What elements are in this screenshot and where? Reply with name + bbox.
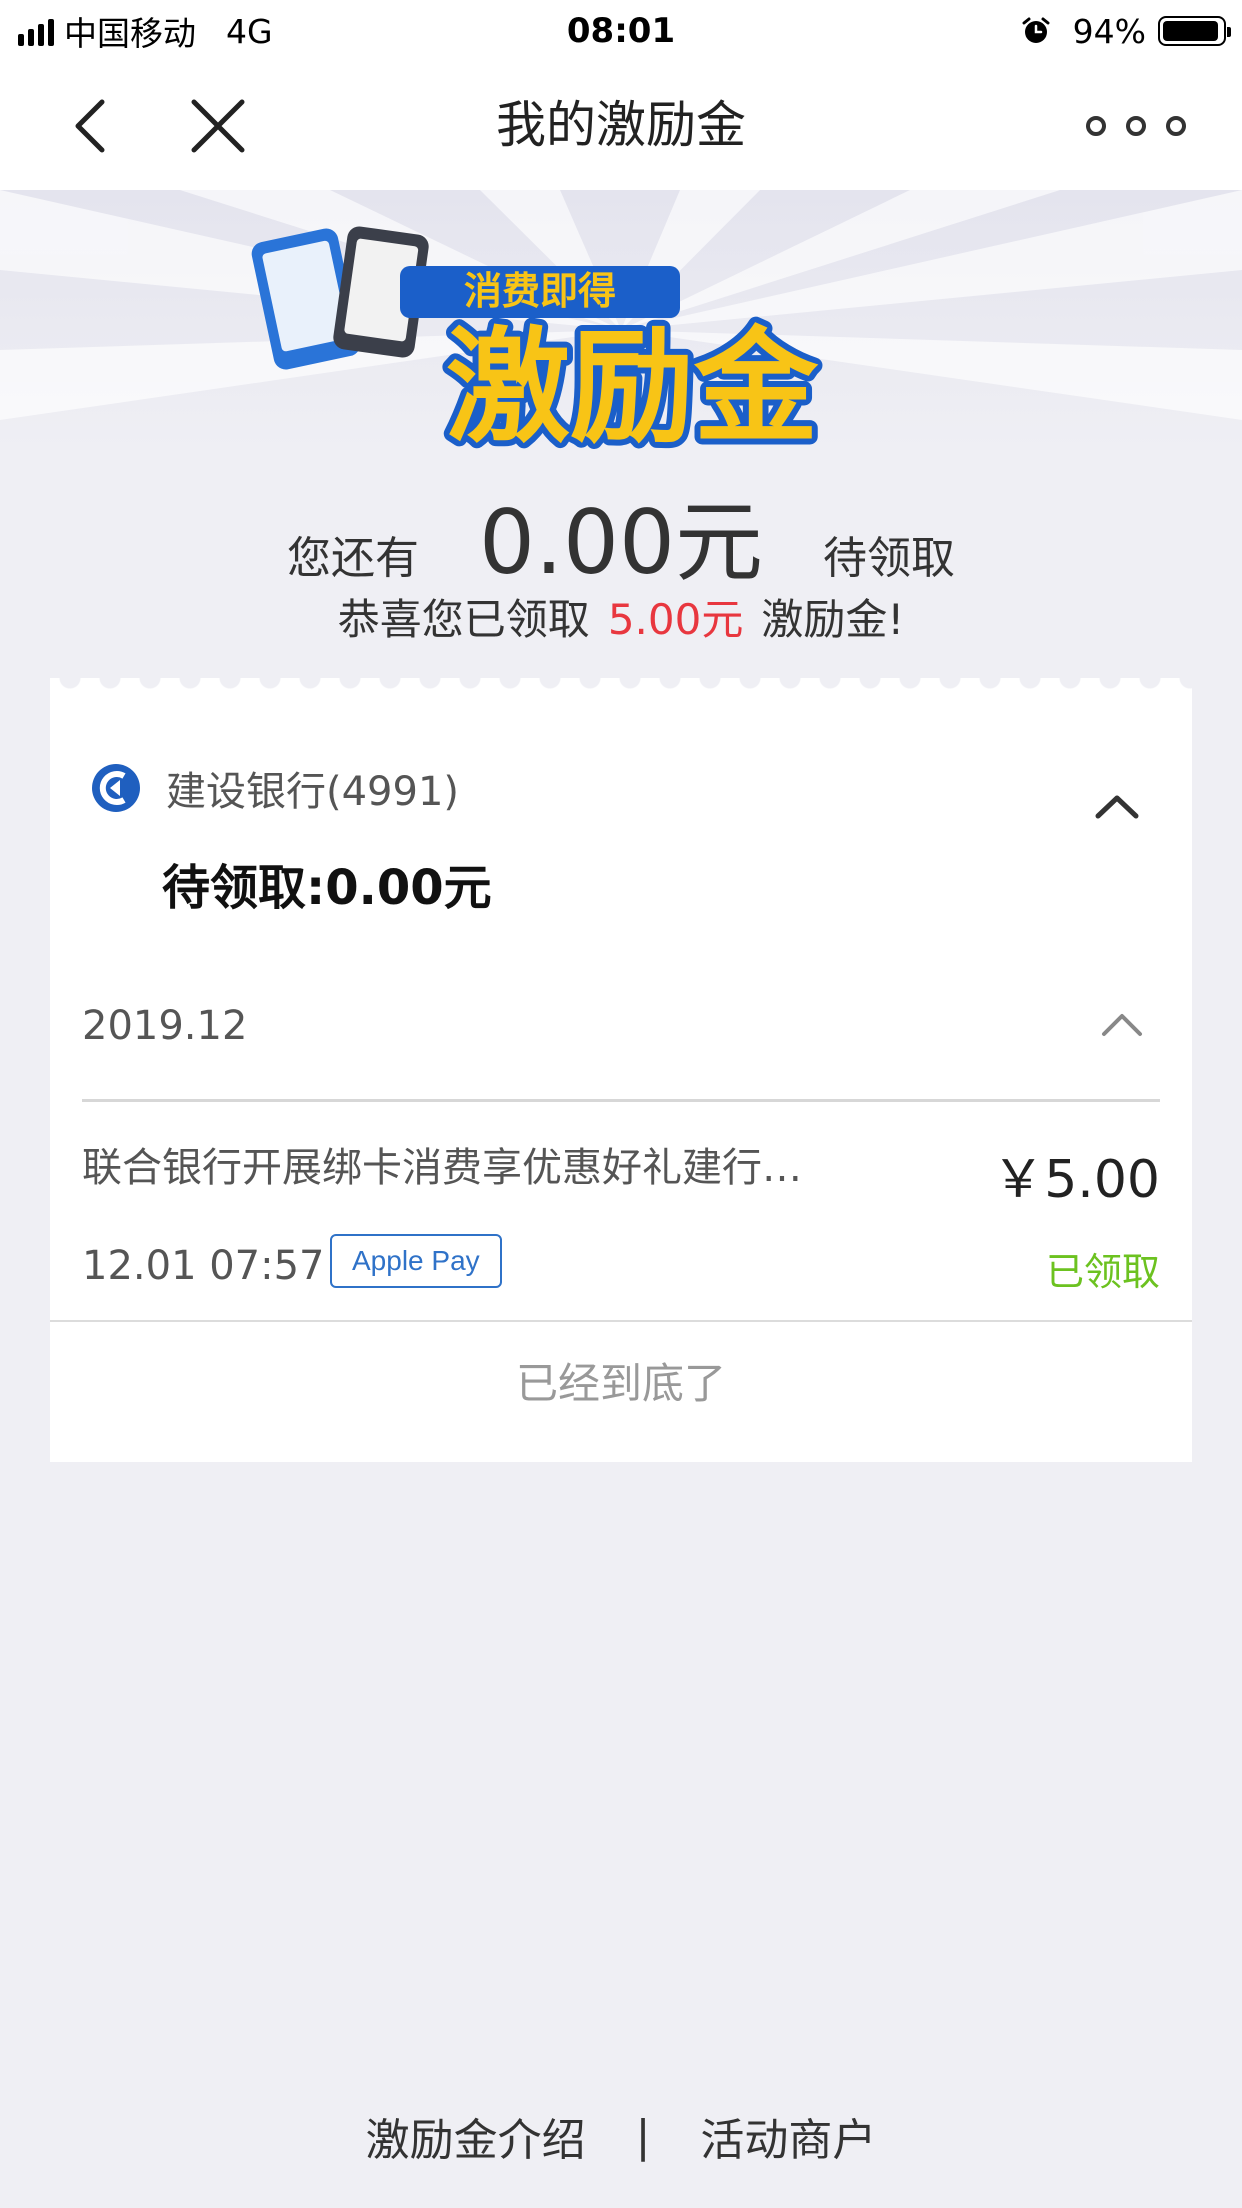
more-icon[interactable]	[1078, 106, 1194, 146]
pending-amount: 0.00元	[479, 491, 763, 594]
banner-title: 激励金	[446, 316, 819, 450]
alarm-icon	[1022, 17, 1050, 43]
chevron-up-icon[interactable]	[1092, 786, 1142, 826]
battery-icon	[1158, 16, 1231, 46]
reward-card: 建设银行(4991) 待领取:0.00元 2019.12 联合银行开展绑卡消费享…	[50, 678, 1192, 1462]
pending-label: 待领取:0.00元	[162, 860, 492, 916]
congrats-before: 恭喜您已领取	[337, 595, 590, 644]
intro-link[interactable]: 激励金介绍	[366, 2104, 586, 2168]
received-amount: 5.00元	[607, 595, 744, 644]
congrats-message: 恭喜您已领取 5.00元 激励金!	[0, 592, 1242, 648]
footer-links: 激励金介绍 | 活动商户	[0, 2104, 1242, 2168]
summary-suffix: 待领取	[822, 533, 955, 584]
divider	[50, 1320, 1192, 1322]
transaction-title: 联合银行开展绑卡消费享优惠好礼建行…	[82, 1145, 802, 1191]
status-right: 94%	[1021, 8, 1231, 54]
summary-prefix: 您还有	[287, 533, 420, 584]
status-bar: 中国移动 4G 08:01 94%	[0, 0, 1242, 62]
promo-banner: 消费即得 激励金	[0, 190, 1242, 450]
chevron-up-icon[interactable]	[1098, 1006, 1146, 1042]
card-scallop-edge	[50, 678, 1192, 692]
transaction-time: 12.01 07:57	[82, 1243, 325, 1289]
congrats-after: 激励金!	[761, 595, 905, 644]
banner-subtitle: 消费即得	[464, 269, 616, 313]
footer-separator: |	[635, 2110, 651, 2162]
bank-name: 建设银行(4991)	[166, 769, 460, 815]
bank-row: 建设银行(4991)	[90, 758, 459, 818]
banner-graphic: 消费即得 激励金	[0, 190, 1242, 450]
battery-percent: 94%	[1072, 11, 1146, 51]
merchants-link[interactable]: 活动商户	[700, 2104, 876, 2168]
transaction-status: 已领取	[1045, 1250, 1160, 1294]
pending-summary: 您还有 0.00元 待领取	[0, 472, 1242, 594]
page-title: 我的激励金	[496, 96, 746, 154]
payment-method-tag: Apple Pay	[330, 1234, 502, 1288]
nav-bar: 我的激励金	[0, 62, 1242, 190]
month-label: 2019.12	[82, 1003, 248, 1049]
end-of-list-note: 已经到底了	[515, 1359, 726, 1408]
divider	[82, 1099, 1160, 1102]
ccb-logo-icon	[92, 764, 140, 812]
transaction-amount: ￥5.00	[992, 1150, 1160, 1210]
